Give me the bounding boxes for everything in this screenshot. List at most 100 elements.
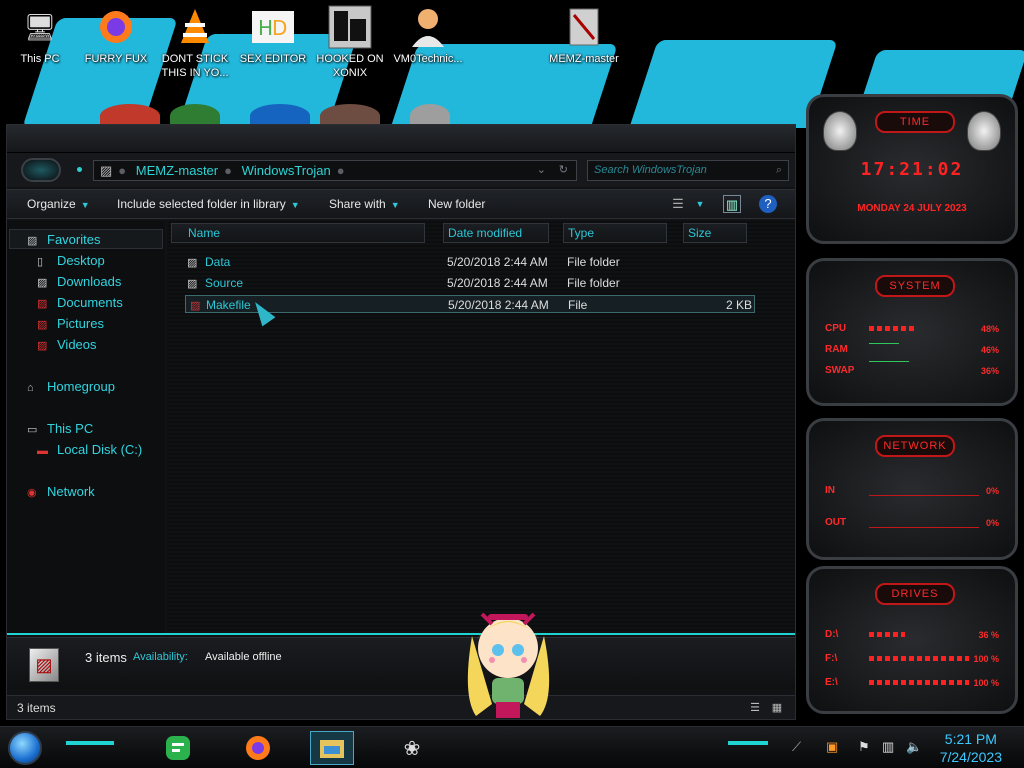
alien-skull-icon — [967, 111, 1001, 151]
desktop-icon-dont-stick[interactable]: DONT STICK THIS IN YO... — [155, 4, 235, 80]
share-with-button[interactable]: Share with ▼ — [329, 197, 400, 211]
sidebar-item-homegroup[interactable]: ⌂ Homegroup — [27, 379, 115, 394]
desktop-icon-vm0technic[interactable]: VM0Technic... — [388, 4, 468, 66]
window-titlebar[interactable] — [7, 125, 795, 153]
drive-label: E:\ — [825, 677, 838, 688]
network-in-label: IN — [825, 485, 835, 496]
desktop-icon-memz-master[interactable]: MEMZ-master — [544, 4, 624, 66]
chevron-down-icon[interactable]: ⌄ — [537, 161, 546, 180]
separator-dot-icon: ● — [224, 163, 232, 178]
sidebar-item-pictures[interactable]: ▨ Pictures — [37, 316, 104, 331]
sidebar-label: Videos — [57, 337, 97, 352]
view-options-icon[interactable]: ☰ — [669, 195, 687, 213]
large-icons-view-icon[interactable]: ▦ — [769, 700, 785, 716]
sidebar-item-network[interactable]: ◉ Network — [27, 484, 95, 499]
network-in-value: 0% — [985, 486, 999, 496]
videos-icon: ▨ — [37, 340, 48, 352]
file-date: 5/20/2018 2:44 AM — [447, 255, 548, 269]
desktop-icon-sex-editor[interactable]: HD SEX EDITOR — [233, 4, 313, 66]
desktop-icon: ▯ — [37, 256, 44, 268]
desktop-icon-label: MEMZ-master — [549, 53, 619, 65]
taskbar-accent — [728, 741, 768, 745]
desktop-icon-label: HOOKED ON XONIX — [316, 53, 384, 79]
back-forward-button[interactable] — [21, 158, 61, 182]
command-toolbar: Organize ▼ Include selected folder in lib… — [7, 189, 795, 219]
column-label: Date modified — [448, 226, 523, 240]
drive-value: 100 % — [973, 654, 999, 664]
cpu-value: 48% — [980, 324, 999, 334]
volume-icon[interactable]: 🔈 — [906, 739, 922, 755]
nav-dot-icon — [77, 167, 82, 172]
sidebar-item-documents[interactable]: ▨ Documents — [37, 295, 123, 310]
drives-gadget-title: DRIVES — [875, 583, 955, 605]
taskbar-app-flowers[interactable]: ❀ — [390, 731, 434, 765]
desktop-icon-this-pc[interactable]: 🖥 This PC — [0, 4, 80, 66]
tray-app-icon[interactable]: ▣ — [826, 739, 838, 755]
breadcrumb-memz-master[interactable]: MEMZ-master — [136, 163, 218, 178]
column-label: Type — [568, 226, 595, 240]
file-type: File folder — [567, 276, 620, 290]
sidebar-item-favorites[interactable]: ▨ Favorites — [27, 232, 100, 247]
sidebar-item-desktop[interactable]: ▯ Desktop — [37, 253, 105, 268]
breadcrumb-windowstrojan[interactable]: WindowsTrojan — [242, 163, 331, 178]
sidebar-label: Homegroup — [47, 379, 115, 394]
file-type: File folder — [567, 255, 620, 269]
firefox-icon — [246, 736, 270, 760]
sidebar-item-this-pc[interactable]: ▭ This PC — [27, 421, 93, 436]
search-input[interactable]: Search WindowsTrojan ⌕ — [587, 160, 789, 181]
new-folder-label: New folder — [428, 197, 486, 211]
desktop-icon-label: VM0Technic... — [393, 53, 463, 65]
preview-pane-icon[interactable]: ▥ — [723, 195, 741, 213]
drive-label: F:\ — [825, 653, 838, 664]
drives-gadget: DRIVES D:\ 36 % F:\ 100 % E:\ 100 % — [806, 566, 1018, 714]
sidebar-item-downloads[interactable]: ▨ Downloads — [37, 274, 121, 289]
system-gadget-title: SYSTEM — [875, 275, 955, 297]
include-in-library-button[interactable]: Include selected folder in library ▼ — [117, 197, 300, 211]
documents-icon: ▨ — [37, 298, 48, 310]
svg-text:D: D — [272, 16, 287, 40]
gadget-clock: 17:21:02 — [860, 159, 964, 180]
taskbar-firefox[interactable] — [236, 731, 280, 765]
table-row[interactable]: ▨ Data 5/20/2018 2:44 AM File folder — [183, 253, 753, 271]
new-folder-button[interactable]: New folder — [428, 197, 485, 211]
ram-value: 46% — [980, 345, 999, 355]
organize-label: Organize — [27, 197, 76, 211]
status-item-count: 3 items — [17, 701, 56, 715]
desktop-icon-xonix[interactable]: HOOKED ON XONIX — [310, 4, 390, 80]
column-header-name[interactable]: Name — [171, 223, 425, 243]
column-header-date[interactable]: Date modified — [443, 223, 549, 243]
action-center-flag-icon[interactable]: ⚑ — [858, 739, 870, 755]
column-header-size[interactable]: Size — [683, 223, 747, 243]
time-gadget: TIME 17:21:02 MONDAY 24 JULY 2023 — [806, 94, 1018, 244]
details-availability-label: Availability: — [133, 651, 188, 663]
desktop-icon-label: DONT STICK THIS IN YO... — [161, 53, 229, 79]
taskbar-file-explorer[interactable] — [310, 731, 354, 765]
sidebar-label: Desktop — [57, 253, 105, 268]
network-tray-icon[interactable]: ▥ — [882, 739, 894, 755]
show-hidden-icons[interactable]: ⟋ — [792, 739, 801, 755]
desktop-icon-furry-fux[interactable]: FURRY FUX — [76, 4, 156, 66]
start-button[interactable] — [8, 731, 42, 765]
taskbar-clock[interactable]: 5:21 PM 7/24/2023 — [940, 730, 1002, 766]
drive-icon: ▬ — [37, 445, 48, 457]
network-out-graph — [869, 527, 979, 528]
organize-button[interactable]: Organize ▼ — [27, 197, 90, 211]
network-gadget-title: NETWORK — [875, 435, 955, 457]
help-icon[interactable]: ? — [759, 195, 777, 213]
search-icon[interactable]: ⌕ — [776, 161, 782, 180]
sidebar-item-videos[interactable]: ▨ Videos — [37, 337, 97, 352]
address-field[interactable]: ▨ ● MEMZ-master ● WindowsTrojan ● ⌄ ↻ — [93, 160, 577, 181]
drive-value: 100 % — [973, 678, 999, 688]
file-name: Source — [205, 276, 244, 290]
chevron-down-icon[interactable]: ▼ — [691, 195, 709, 213]
chevron-down-icon: ▼ — [390, 200, 400, 210]
network-icon: ◉ — [27, 487, 37, 499]
details-view-icon[interactable]: ☰ — [747, 700, 763, 716]
taskbar-feedly[interactable] — [156, 731, 200, 765]
file-icon: ▨ — [190, 300, 201, 312]
refresh-icon[interactable]: ↻ — [559, 161, 568, 180]
column-header-type[interactable]: Type — [563, 223, 667, 243]
table-row[interactable]: ▨ Source 5/20/2018 2:44 AM File folder — [183, 274, 753, 292]
sidebar-item-local-disk[interactable]: ▬ Local Disk (C:) — [37, 442, 142, 457]
sidebar-label: Network — [47, 484, 95, 499]
